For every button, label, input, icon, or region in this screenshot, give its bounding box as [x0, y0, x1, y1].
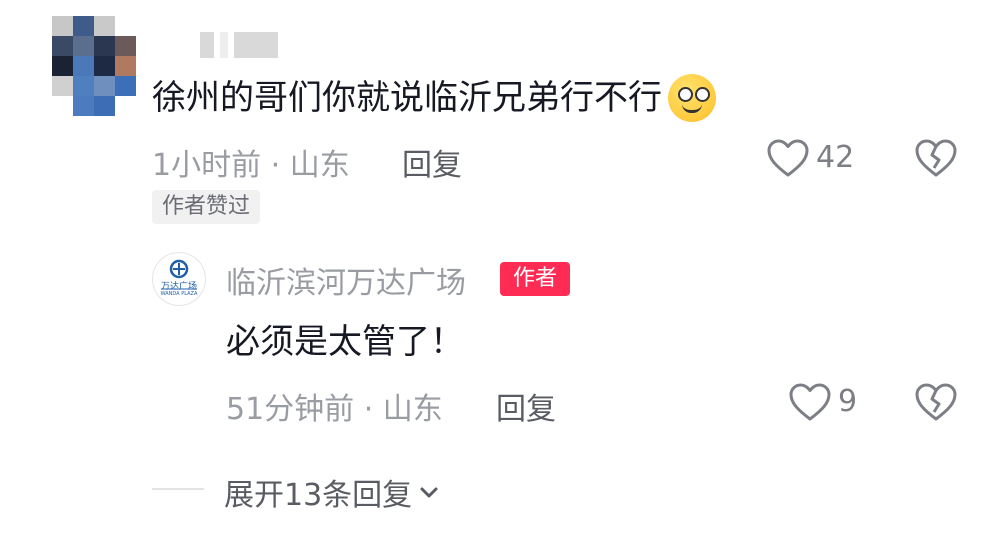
- heart-icon: [789, 383, 831, 421]
- liked-by-author-badge: 作者赞过: [152, 190, 261, 224]
- comment-text: 徐州的哥们你就说临沂兄弟行不行: [152, 74, 716, 122]
- reply-username[interactable]: 临沂滨河万达广场: [226, 258, 466, 302]
- reply-time-location: 51分钟前 · 山东: [226, 392, 443, 427]
- expand-divider: [152, 488, 204, 490]
- reply-dislike-button[interactable]: [914, 382, 958, 426]
- reply-like-button[interactable]: [788, 382, 832, 426]
- expand-replies-label: 展开13条回复: [224, 478, 413, 513]
- expand-replies-button[interactable]: 展开13条回复: [224, 470, 440, 514]
- broken-heart-icon: [915, 139, 957, 177]
- comment-time-location: 1小时前 · 山东: [152, 148, 350, 183]
- chevron-down-icon: [420, 487, 438, 498]
- reply-button[interactable]: 回复: [402, 140, 462, 184]
- avatar[interactable]: [52, 16, 136, 116]
- author-badge: 作者: [500, 262, 570, 296]
- like-count: 42: [816, 140, 855, 175]
- reply-reply-button[interactable]: 回复: [496, 384, 556, 428]
- reply-text: 必须是太管了！: [226, 322, 464, 362]
- reply-avatar-sublabel: WANDA PLAZA: [160, 291, 198, 297]
- smirk-emoji-icon: [668, 74, 716, 122]
- like-button[interactable]: [766, 138, 810, 182]
- username-redacted[interactable]: [200, 30, 290, 60]
- broken-heart-icon: [915, 383, 957, 421]
- dislike-button[interactable]: [914, 138, 958, 182]
- heart-icon: [767, 139, 809, 177]
- reply-like-count: 9: [838, 384, 858, 419]
